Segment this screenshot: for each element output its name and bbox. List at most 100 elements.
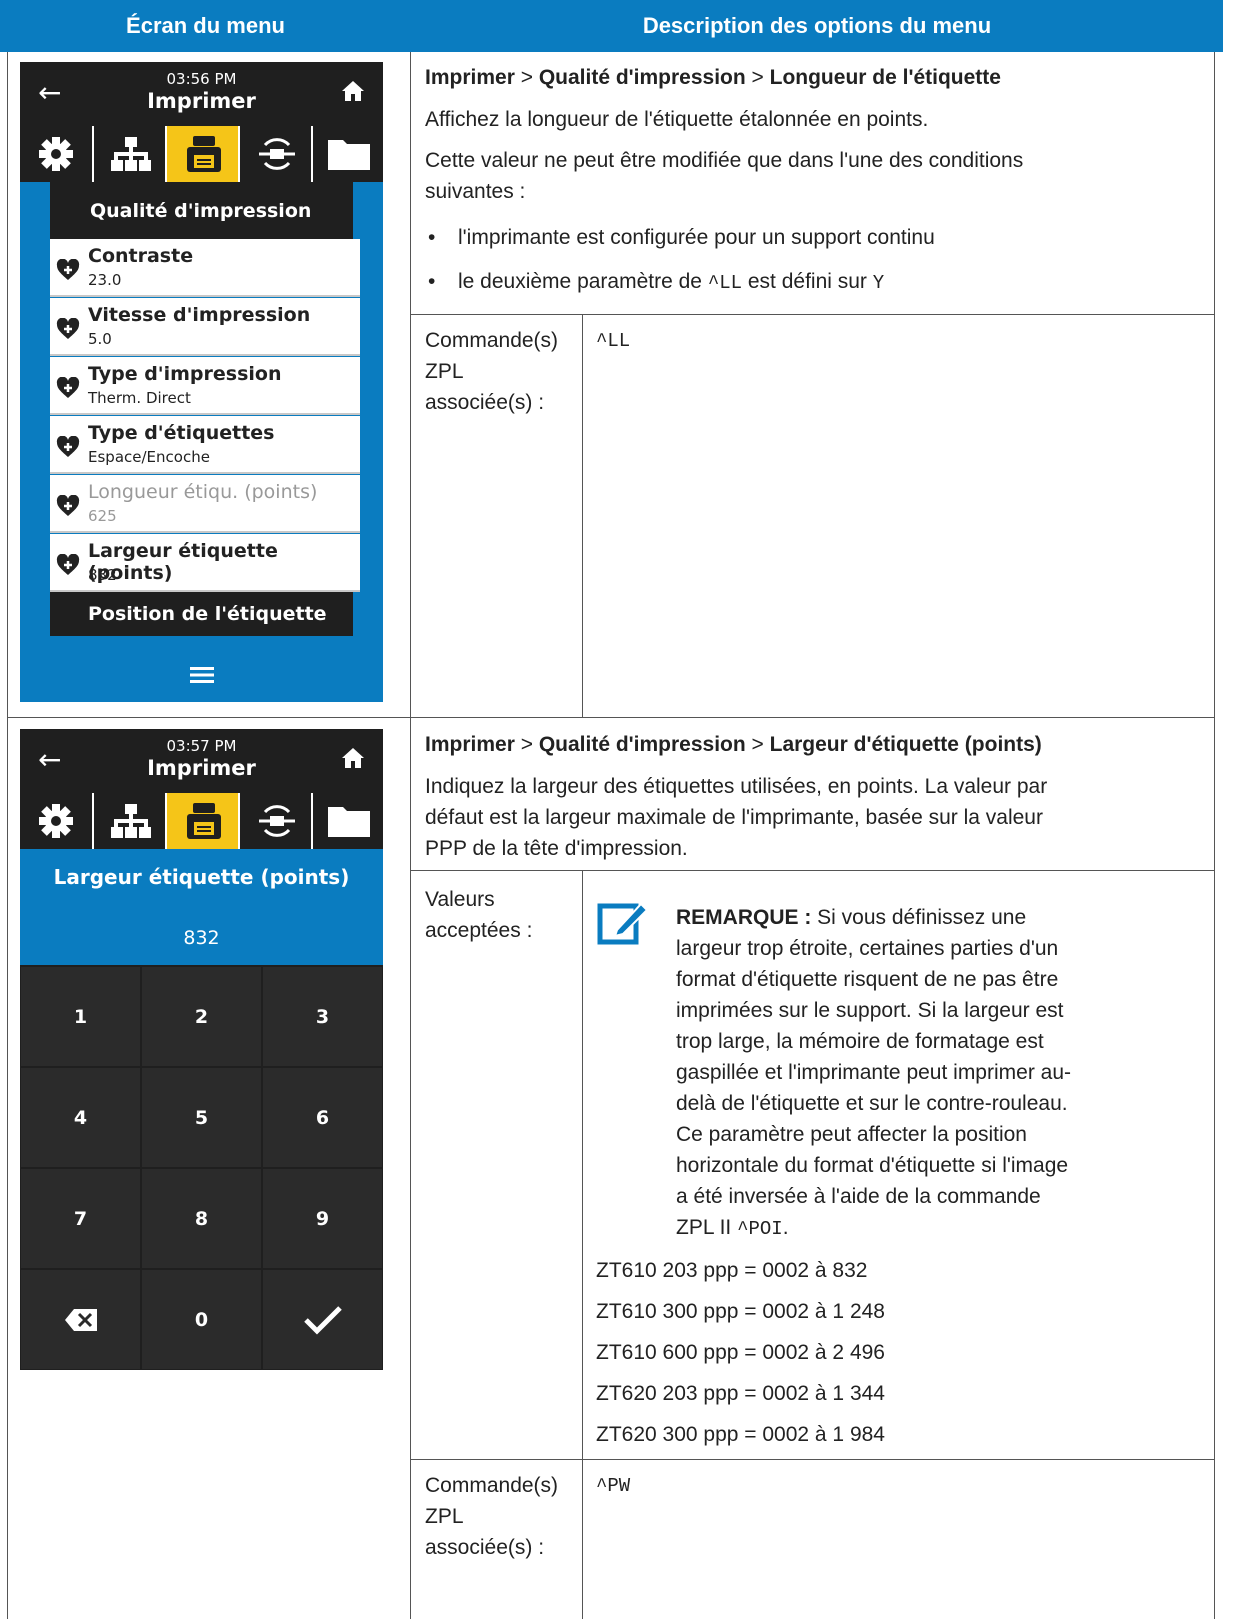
section-header: Qualité d'impression xyxy=(50,182,353,239)
breadcrumb-sep: > xyxy=(514,66,539,89)
cmd-label-line: associée(s) : xyxy=(425,391,545,414)
menu-item-label: Type d'impression xyxy=(88,363,282,385)
value-line: ZT610 600 ppp = 0002 à 2 496 xyxy=(596,1341,885,1364)
screen-time: 03:56 PM xyxy=(166,70,237,88)
table-border-mid xyxy=(410,52,411,1619)
cmd-label-line: ZPL xyxy=(425,1505,464,1528)
bullet-text: est défini sur xyxy=(742,270,873,293)
menu-item-label: Largeur étiquette (points) xyxy=(88,540,278,584)
note-line: trop large, la mémoire de formatage est xyxy=(676,1030,1044,1053)
row1-description: Affichez la longueur de l'étiquette étal… xyxy=(425,108,929,131)
heart-plus-icon xyxy=(56,554,80,575)
key-2[interactable]: 2 xyxy=(142,967,261,1066)
tab-storage[interactable] xyxy=(311,793,383,849)
tab-print[interactable] xyxy=(165,126,240,182)
breadcrumb-sep: > xyxy=(514,733,539,756)
note-line: a été inversée à l'aide de la commande xyxy=(676,1185,1041,1208)
breadcrumb-sep: > xyxy=(745,66,770,89)
breadcrumb-part: Longueur de l'étiquette xyxy=(769,66,1001,89)
menu-item-label-type[interactable]: Type d'étiquettes Espace/Encoche xyxy=(50,416,360,474)
note-line: horizontale du format d'étiquette si l'i… xyxy=(676,1154,1069,1177)
bullet-dot: • xyxy=(428,226,436,249)
home-icon[interactable] xyxy=(341,747,365,769)
code-inline: ^POI xyxy=(737,1218,783,1240)
tab-connection[interactable] xyxy=(238,126,313,182)
key-6[interactable]: 6 xyxy=(263,1068,382,1167)
key-1[interactable]: 1 xyxy=(21,967,140,1066)
cmd-label-line: Commande(s) xyxy=(425,329,559,352)
values-label-line: Valeurs xyxy=(425,888,495,911)
cmd-label-line: ZPL xyxy=(425,360,464,383)
tab-connection[interactable] xyxy=(238,793,313,849)
table-border-right xyxy=(1214,52,1215,1619)
row1-breadcrumb: Imprimer > Qualité d'impression > Longue… xyxy=(425,62,1205,93)
tab-settings[interactable] xyxy=(20,126,92,182)
connection-icon xyxy=(258,138,295,170)
heart-plus-icon xyxy=(56,259,80,280)
next-section-header[interactable]: Position de l'étiquette xyxy=(50,592,353,636)
tab-storage[interactable] xyxy=(311,126,383,182)
screen-topbar: ← 03:56 PM Imprimer xyxy=(20,62,383,126)
key-confirm[interactable] xyxy=(263,1270,382,1369)
network-icon xyxy=(110,137,151,171)
field-value[interactable]: 832 xyxy=(20,927,383,949)
note-text: REMARQUE : Si vous définissez une largeu… xyxy=(676,902,1206,1245)
row2-sub-vdivider xyxy=(582,870,583,1619)
desc-line: défaut est la largeur maximale de l'impr… xyxy=(425,806,1043,829)
printer-icon xyxy=(186,803,221,839)
menu-item-contrast[interactable]: Contraste 23.0 xyxy=(50,239,360,297)
note-line-text: ZPL II xyxy=(676,1216,738,1239)
key-8[interactable]: 8 xyxy=(142,1169,261,1268)
gear-icon xyxy=(39,804,73,838)
heart-plus-icon xyxy=(56,377,80,398)
key-5[interactable]: 5 xyxy=(142,1068,261,1167)
menu-item-label: Vitesse d'impression xyxy=(88,304,311,326)
network-icon xyxy=(110,804,151,838)
printer-screen-menu: ← 03:56 PM Imprimer Qualité d'impression… xyxy=(20,62,383,702)
breadcrumb-part: Largeur d'étiquette (points) xyxy=(769,733,1042,756)
row1-condition-line: suivantes : xyxy=(425,180,526,203)
screen-title: Imprimer xyxy=(147,756,256,780)
gear-icon xyxy=(39,137,73,171)
note-line: ZPL II ^POI. xyxy=(676,1212,1206,1245)
printer-icon xyxy=(186,136,221,172)
tab-print[interactable] xyxy=(165,793,240,849)
menu-item-print-type[interactable]: Type d'impression Therm. Direct xyxy=(50,357,360,415)
menu-item-value: 625 xyxy=(88,507,117,525)
note-pencil-icon xyxy=(597,902,649,945)
value-line: ZT620 300 ppp = 0002 à 1 984 xyxy=(596,1423,885,1446)
key-3[interactable]: 3 xyxy=(263,967,382,1066)
key-backspace[interactable] xyxy=(21,1270,140,1369)
row2-breadcrumb: Imprimer > Qualité d'impression > Largeu… xyxy=(425,729,1205,760)
home-icon[interactable] xyxy=(341,80,365,102)
note-line-text: . xyxy=(782,1216,789,1239)
value-line: ZT610 203 ppp = 0002 à 832 xyxy=(596,1259,868,1282)
row-divider xyxy=(7,717,1215,718)
row1-condition-line: Cette valeur ne peut être modifiée que d… xyxy=(425,149,1024,172)
breadcrumb-part: Imprimer xyxy=(425,733,515,756)
desc-line: PPP de la tête d'impression. xyxy=(425,837,688,860)
backspace-icon xyxy=(64,1308,97,1331)
menu-item-label-width[interactable]: Largeur étiquette (points) 832 xyxy=(50,534,360,592)
folder-icon xyxy=(328,807,370,837)
breadcrumb-part: Qualité d'impression xyxy=(538,66,746,89)
hamburger-icon[interactable] xyxy=(190,666,214,684)
key-9[interactable]: 9 xyxy=(263,1169,382,1268)
key-4[interactable]: 4 xyxy=(21,1068,140,1167)
checkmark-icon xyxy=(303,1305,342,1335)
menu-item-value: 832 xyxy=(88,566,117,584)
key-0[interactable]: 0 xyxy=(142,1270,261,1369)
note-line: gaspillée et l'imprimante peut imprimer … xyxy=(676,1061,1072,1084)
key-7[interactable]: 7 xyxy=(21,1169,140,1268)
row1-sub-vdivider xyxy=(582,314,583,717)
menu-item-label: Type d'étiquettes xyxy=(88,422,275,444)
table-border-left xyxy=(7,52,8,1619)
menu-item-print-speed[interactable]: Vitesse d'impression 5.0 xyxy=(50,298,360,356)
code-inline: ^LL xyxy=(707,272,743,294)
tab-network[interactable] xyxy=(92,793,167,849)
tab-settings[interactable] xyxy=(20,793,92,849)
cmd-label: Commande(s) ZPL associée(s) : xyxy=(425,325,580,418)
tab-network[interactable] xyxy=(92,126,167,182)
values-label: Valeurs acceptées : xyxy=(425,884,580,946)
menu-item-value: 5.0 xyxy=(88,330,112,348)
